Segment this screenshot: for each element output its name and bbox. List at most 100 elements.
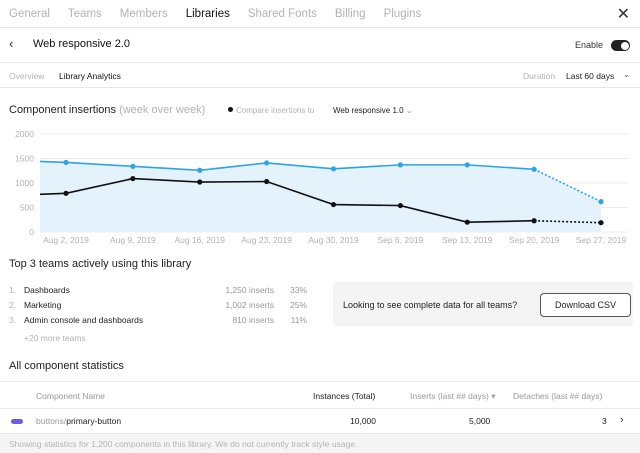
insertions-title: Component insertions (week over week)	[9, 104, 205, 116]
team-rank: 3.	[9, 315, 17, 325]
footer-text: Showing statistics for 1,200 components …	[9, 439, 358, 449]
data-point	[197, 167, 203, 173]
team-percent: 25%	[289, 300, 307, 310]
team-name: Marketing	[24, 300, 62, 310]
tab-members[interactable]: Members	[120, 8, 168, 20]
data-point	[464, 219, 470, 225]
compare-legend: Compare insertions to	[228, 106, 314, 115]
data-point	[598, 199, 604, 205]
compare-select[interactable]: Web responsive 1.0 ⌄	[333, 106, 413, 115]
team-percent: 33%	[289, 285, 307, 295]
team-inserts: 810 inserts	[232, 315, 274, 325]
team-name: Admin console and dashboards	[24, 315, 144, 325]
col-inserts-label: Inserts (last ## days)	[410, 391, 489, 401]
x-tick-label: Aug 30, 2019	[308, 235, 359, 245]
x-tick-label: Aug 16, 2019	[174, 235, 225, 245]
y-tick-label: 2000	[15, 129, 34, 139]
team-inserts: 1,250 inserts	[225, 285, 274, 295]
insertions-subtitle: (week over week)	[119, 104, 206, 116]
data-point	[63, 190, 69, 196]
x-tick-label: Sep 20, 2019	[509, 235, 560, 245]
chevron-down-icon: ⌄	[405, 106, 413, 115]
data-point	[330, 166, 337, 172]
compare-label: Compare insertions to	[236, 106, 315, 115]
x-tick-label: Sep 27, 2019	[576, 235, 627, 245]
col-detaches[interactable]: Detaches (last ## days)	[513, 391, 602, 401]
library-title: Web responsive 2.0	[33, 38, 131, 50]
team-name: Dashboards	[24, 285, 70, 295]
footer-note: Showing statistics for 1,200 components …	[0, 433, 640, 453]
library-subnav: Overview Library Analytics Duration Last…	[0, 62, 640, 88]
x-tick-label: Sep 6, 2019	[377, 235, 423, 245]
detaches-value: 3	[602, 416, 607, 426]
sort-arrow-icon: ▾	[491, 391, 496, 401]
data-point	[531, 218, 537, 224]
compare-value: Web responsive 1.0	[333, 106, 404, 115]
compare-dot-icon	[228, 107, 233, 112]
more-teams-link[interactable]: +20 more teams	[24, 333, 86, 343]
data-point	[598, 220, 604, 226]
team-row: 3. Admin console and dashboards 810 inse…	[9, 315, 319, 327]
settings-tabs: General Teams Members Libraries Shared F…	[0, 0, 640, 28]
tab-teams[interactable]: Teams	[68, 8, 102, 20]
tab-shared-fonts[interactable]: Shared Fonts	[248, 8, 317, 20]
download-csv-button[interactable]: Download CSV	[540, 293, 631, 317]
data-point	[464, 162, 470, 168]
team-percent: 11%	[290, 315, 307, 325]
team-rank: 2.	[9, 300, 17, 310]
component-leaf: primary-button	[66, 416, 122, 426]
data-point	[531, 166, 537, 172]
y-tick-label: 500	[20, 203, 34, 213]
col-inserts[interactable]: Inserts (last ## days) ▾	[410, 391, 496, 402]
data-point	[264, 160, 270, 166]
chevron-down-icon[interactable]: ⌄	[623, 70, 630, 79]
team-inserts: 1,002 inserts	[225, 300, 274, 310]
subtab-library-analytics[interactable]: Library Analytics	[59, 71, 121, 81]
component-path: buttons/	[36, 416, 67, 426]
toggle-knob	[620, 41, 629, 50]
col-component-name[interactable]: Component Name	[36, 391, 105, 401]
library-header: ‹ Web responsive 2.0 Enable	[0, 29, 640, 61]
instances-value: 10,000	[350, 416, 376, 426]
component-name: buttons/primary-button	[36, 416, 121, 426]
col-instances[interactable]: Instances (Total)	[313, 391, 375, 401]
chevron-right-icon[interactable]: ›	[620, 414, 624, 426]
cta-text: Looking to see complete data for all tea…	[343, 300, 518, 310]
enable-toggle[interactable]	[611, 40, 630, 51]
inserts-value: 5,000	[469, 416, 491, 426]
data-point	[63, 159, 69, 166]
team-row: 2. Marketing 1,002 inserts 25%	[9, 300, 319, 312]
duration-select[interactable]: Last 60 days	[566, 71, 614, 81]
teams-title: Top 3 teams actively using this library	[9, 258, 192, 270]
x-tick-label: Aug 23, 2019	[241, 235, 292, 245]
team-row: 1. Dashboards 1,250 inserts 33%	[9, 285, 319, 297]
data-point	[197, 179, 203, 185]
insertions-title-text: Component insertions	[9, 104, 117, 116]
insertions-chart: 2000 1500 1000 500 0 Aug 2, 2019 Aug 9, 2019 Au…	[15, 129, 628, 245]
table-row[interactable]: buttons/primary-button 10,000 5,000 3 ›	[0, 412, 640, 432]
data-point	[130, 163, 136, 169]
stats-table-header: Component Name Instances (Total) Inserts…	[0, 381, 640, 409]
data-point	[264, 178, 270, 185]
tab-billing[interactable]: Billing	[335, 8, 366, 20]
y-tick-label: 1500	[15, 154, 34, 164]
component-color-swatch	[11, 419, 23, 424]
subtab-overview[interactable]: Overview	[9, 71, 44, 81]
team-rank: 1.	[9, 285, 17, 295]
tab-general[interactable]: General	[9, 8, 50, 20]
data-point	[330, 201, 337, 208]
y-tick-label: 1000	[15, 178, 34, 188]
back-arrow-icon[interactable]: ‹	[9, 36, 13, 51]
stats-title: All component statistics	[9, 360, 124, 372]
data-point	[397, 162, 403, 168]
x-tick-label: Sep 13, 2019	[442, 235, 493, 245]
data-point	[397, 202, 403, 209]
close-icon[interactable]: ✕	[617, 4, 630, 24]
data-point	[130, 175, 136, 182]
x-tick-label: Aug 2, 2019	[43, 235, 89, 245]
x-tick-label: Aug 9, 2019	[110, 235, 156, 245]
download-cta: Looking to see complete data for all tea…	[333, 282, 633, 326]
tab-plugins[interactable]: Plugins	[384, 8, 422, 20]
duration-label: Duration	[523, 71, 556, 81]
tab-libraries[interactable]: Libraries	[186, 8, 230, 20]
